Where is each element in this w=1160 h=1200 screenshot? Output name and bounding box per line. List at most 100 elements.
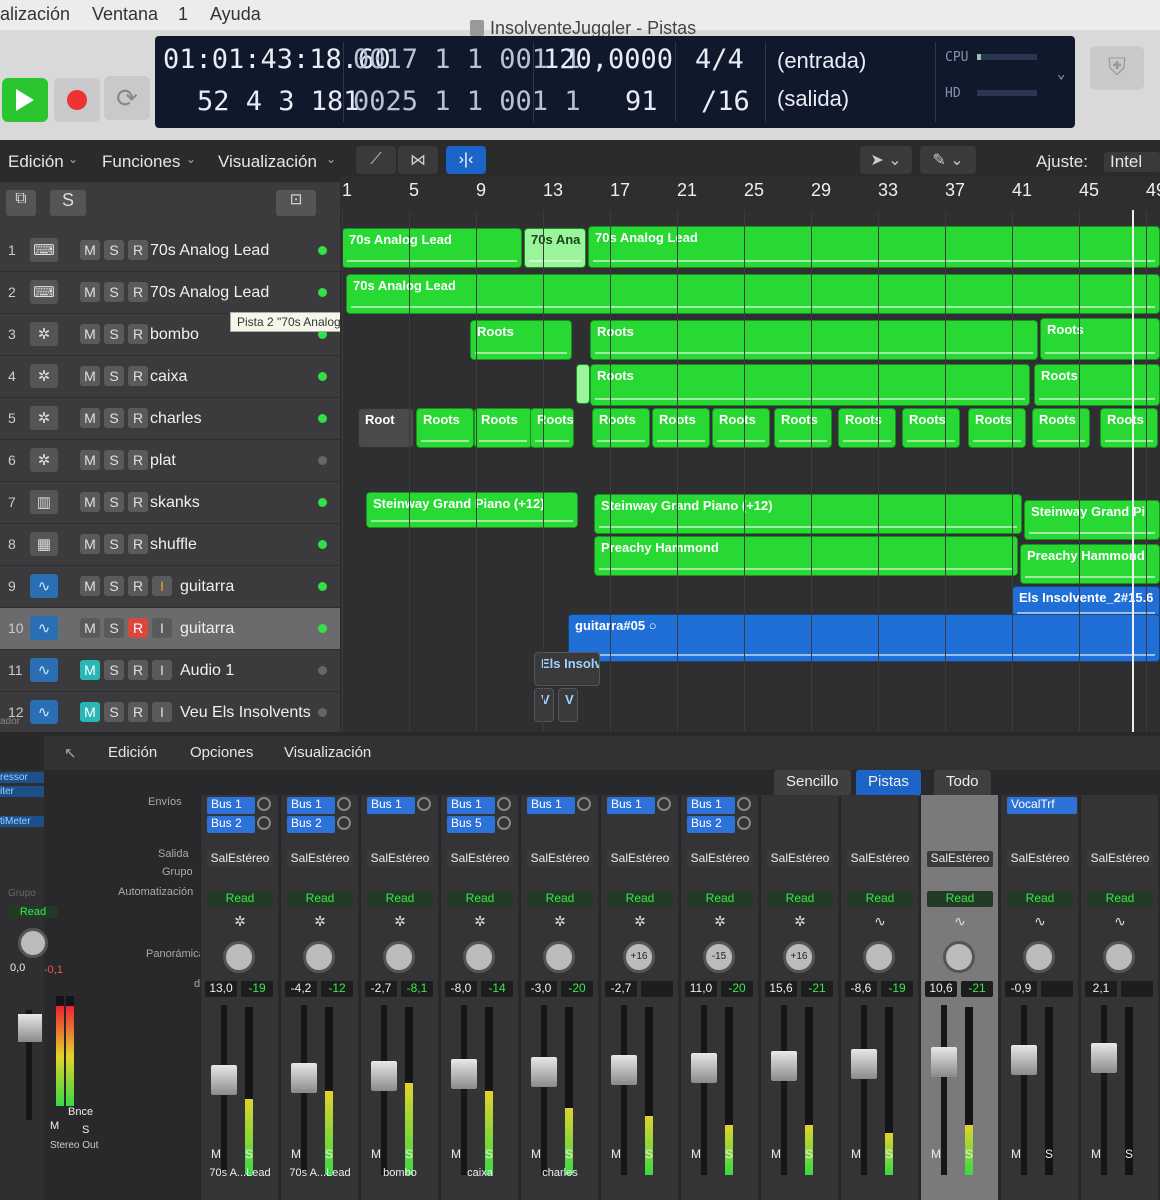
stereo-fader[interactable] xyxy=(18,1014,42,1042)
mute-button[interactable]: M xyxy=(691,1147,701,1161)
solo-button[interactable]: S xyxy=(104,576,124,596)
solo-button[interactable]: S xyxy=(104,660,124,680)
mute-button[interactable]: M xyxy=(80,366,100,386)
region-roots[interactable]: Roots xyxy=(590,320,1038,360)
automation-mode[interactable]: Read xyxy=(687,891,753,907)
region-70s-analog-lead-selected[interactable]: 70s Ana xyxy=(524,228,586,268)
pan-knob[interactable]: +16 xyxy=(783,941,815,973)
send-level-knob[interactable] xyxy=(417,797,431,811)
mixer-edit-menu[interactable]: Edición xyxy=(108,744,157,761)
region-roots[interactable]: Roots xyxy=(652,408,710,448)
catch-icon[interactable]: ›|‹ xyxy=(446,146,486,174)
region-preachy-hammond[interactable]: Preachy Hammond xyxy=(594,536,1018,576)
pan-knob[interactable] xyxy=(303,941,335,973)
output-select[interactable]: SalEstéreo xyxy=(207,851,273,867)
mute-button[interactable]: M xyxy=(80,618,100,638)
mixer-view-menu[interactable]: Visualización xyxy=(284,744,371,761)
pan-knob[interactable] xyxy=(863,941,895,973)
mute-button[interactable]: M xyxy=(611,1147,621,1161)
pan-knob[interactable]: +16 xyxy=(623,941,655,973)
tab-all[interactable]: Todo xyxy=(934,770,991,796)
record-button[interactable] xyxy=(54,78,100,122)
volume-readout[interactable]: -3,0 xyxy=(525,981,557,997)
region-roots[interactable]: Roots xyxy=(838,408,896,448)
automation-mode[interactable]: Read xyxy=(767,891,833,907)
region-roots[interactable]: Roots xyxy=(1100,408,1158,448)
volume-fader[interactable] xyxy=(771,1051,797,1081)
region-v[interactable]: V xyxy=(558,688,578,722)
mute-button[interactable]: M xyxy=(451,1147,461,1161)
automation-mode[interactable]: Read xyxy=(607,891,673,907)
output-select[interactable]: SalEstéreo xyxy=(687,851,753,867)
volume-readout[interactable]: -8,0 xyxy=(445,981,477,997)
menu-item-1[interactable]: 1 xyxy=(178,4,188,25)
input-monitor-button[interactable]: I xyxy=(152,618,172,638)
pan-knob[interactable] xyxy=(223,941,255,973)
output-select[interactable]: SalEstéreo xyxy=(927,851,993,867)
region-70s-analog-lead[interactable]: 70s Analog Lead xyxy=(342,228,522,268)
solo-button[interactable]: S xyxy=(104,492,124,512)
back-arrow-icon[interactable]: ↖ xyxy=(64,744,77,762)
input-monitor-button[interactable]: I xyxy=(152,660,172,680)
volume-fader[interactable] xyxy=(371,1061,397,1091)
mixer-options-menu[interactable]: Opciones xyxy=(190,744,253,761)
mute-button[interactable]: M xyxy=(531,1147,541,1161)
automation-mode[interactable]: Read xyxy=(207,891,273,907)
send-slot[interactable]: Bus 1 xyxy=(607,797,655,814)
region-roots[interactable]: Roots xyxy=(774,408,832,448)
volume-readout[interactable]: 2,1 xyxy=(1085,981,1117,997)
stereo-automation[interactable]: Read xyxy=(8,906,58,918)
solo-button[interactable]: S xyxy=(104,366,124,386)
send-slot[interactable]: VocalTrf xyxy=(1007,797,1077,814)
region-root-muted[interactable]: Root xyxy=(358,408,414,448)
record-enable-button[interactable]: R xyxy=(128,492,148,512)
play-button[interactable] xyxy=(2,78,48,122)
solo-button[interactable]: S xyxy=(485,1147,493,1161)
track-name[interactable]: caixa xyxy=(150,368,187,386)
menu-item-tools[interactable]: alización xyxy=(0,4,70,25)
region-roots[interactable]: Roots xyxy=(1034,364,1160,406)
track-name[interactable]: shuffle xyxy=(150,536,197,554)
input-monitor-button[interactable]: I xyxy=(152,576,172,596)
playhead[interactable] xyxy=(1132,210,1134,732)
send-slot[interactable]: Bus 5 xyxy=(447,816,495,833)
mute-button[interactable]: M xyxy=(80,492,100,512)
volume-readout[interactable]: 11,0 xyxy=(685,981,717,997)
record-enable-button[interactable]: R xyxy=(128,240,148,260)
pan-knob[interactable] xyxy=(383,941,415,973)
region-roots[interactable]: Roots xyxy=(470,320,572,360)
edit-menu[interactable]: Edición xyxy=(8,152,64,172)
output-select[interactable]: SalEstéreo xyxy=(1087,851,1153,867)
send-slot[interactable]: Bus 1 xyxy=(527,797,575,814)
stereo-pan-knob[interactable] xyxy=(18,928,48,958)
mute-button[interactable]: M xyxy=(211,1147,221,1161)
solo-button[interactable]: S xyxy=(885,1147,893,1161)
mute-button[interactable]: M xyxy=(80,450,100,470)
solo-button[interactable]: S xyxy=(805,1147,813,1161)
output-select[interactable]: SalEstéreo xyxy=(367,851,433,867)
automation-mode[interactable]: Read xyxy=(527,891,593,907)
region-roots[interactable]: Roots xyxy=(474,408,532,448)
region-roots[interactable]: Roots xyxy=(416,408,474,448)
solo-button[interactable]: S xyxy=(1045,1147,1053,1161)
region-preachy-hammond[interactable]: Preachy Hammond xyxy=(1020,544,1160,584)
region-steinway-piano[interactable]: Steinway Grand Piano (+12) xyxy=(366,492,578,528)
pencil-tool-icon[interactable]: ✎ ⌄ xyxy=(920,146,976,174)
automation-mode[interactable]: Read xyxy=(367,891,433,907)
menu-item-window[interactable]: Ventana xyxy=(92,4,158,25)
region-roots[interactable]: Roots xyxy=(592,408,650,448)
record-enable-button[interactable]: R xyxy=(128,408,148,428)
send-level-knob[interactable] xyxy=(257,816,271,830)
solo-button[interactable]: S xyxy=(245,1147,253,1161)
arrange-area[interactable]: 70s Analog Lead 70s Ana 70s Analog Lead … xyxy=(340,210,1160,732)
lcd-display[interactable]: 01:01:43:18.60 52 4 3 181 0017 1 1 001 1… xyxy=(155,36,1075,128)
send-level-knob[interactable] xyxy=(737,797,751,811)
solo-button[interactable]: S xyxy=(104,282,124,302)
solo-button[interactable]: S xyxy=(965,1147,973,1161)
record-enable-button[interactable]: R xyxy=(128,366,148,386)
plugin-slot[interactable]: ressor xyxy=(0,772,44,783)
track-header[interactable]: 6 ✲ M S Rplat xyxy=(0,440,340,482)
solo-button[interactable]: S xyxy=(104,450,124,470)
volume-fader[interactable] xyxy=(611,1055,637,1085)
plugin-slot[interactable]: tiMeter xyxy=(0,816,44,827)
